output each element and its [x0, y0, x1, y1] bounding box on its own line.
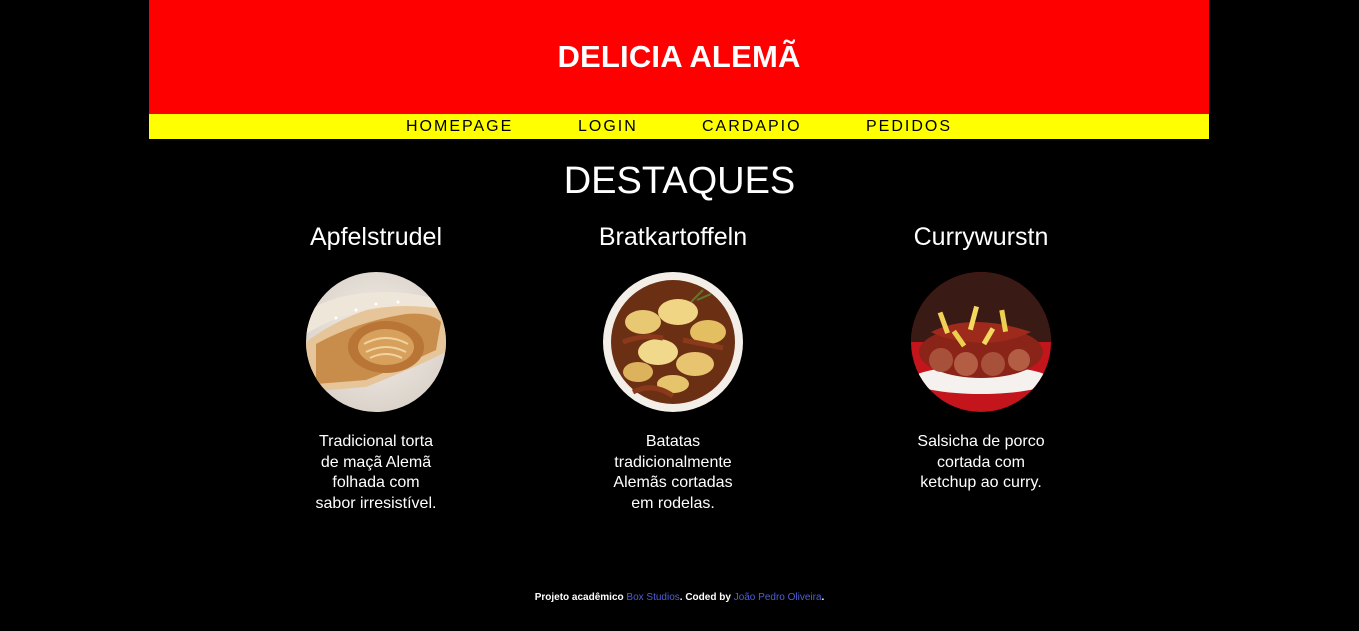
nav-item-login[interactable]: LOGIN	[578, 118, 638, 136]
site-title: DELICIA ALEMÃ	[557, 39, 801, 74]
dish-description: Batatas tradicionalmente Alemãs cortadas…	[613, 433, 733, 512]
dish-description: Tradicional torta de maçã Alemã folhada …	[315, 433, 437, 512]
nav-item-pedidos[interactable]: PEDIDOS	[866, 118, 952, 136]
apfelstrudel-image	[306, 272, 446, 412]
dish-title: Bratkartoffeln	[598, 223, 748, 251]
footer-suffix: .	[821, 592, 825, 603]
currywurst-image	[911, 272, 1051, 412]
studio-link[interactable]: Box Studios	[626, 592, 679, 603]
author-link[interactable]: João Pedro Oliveira	[734, 592, 822, 603]
nav-item-cardapio[interactable]: CARDAPIO	[702, 118, 802, 136]
dish-description: Salsicha de porco cortada com ketchup ao…	[917, 433, 1045, 491]
footer-middle: . Coded by	[679, 592, 734, 603]
dish-card: Apfelstrudel Tradicional torta de maçã A…	[256, 222, 496, 514]
dish-card: Bratkartoffeln Batatas tradicionalmente …	[553, 222, 793, 514]
page: DELICIA ALEMÃ HOMEPAGE LOGIN CARDAPIO PE…	[0, 0, 1359, 631]
site-footer: Projeto acadêmico Box Studios. Coded by …	[0, 592, 1359, 603]
site-header: DELICIA ALEMÃ	[149, 0, 1209, 114]
section-title: DESTAQUES	[563, 160, 796, 202]
footer-prefix: Projeto acadêmico	[534, 592, 627, 603]
dish-title: Currywurstn	[913, 223, 1049, 251]
dish-card: Currywurstn Salsicha de porco cortada co…	[861, 222, 1101, 494]
nav-bar: HOMEPAGE LOGIN CARDAPIO PEDIDOS	[149, 114, 1209, 139]
bratkartoffeln-image	[603, 272, 743, 412]
nav-item-homepage[interactable]: HOMEPAGE	[406, 118, 513, 136]
dish-title: Apfelstrudel	[309, 223, 443, 251]
